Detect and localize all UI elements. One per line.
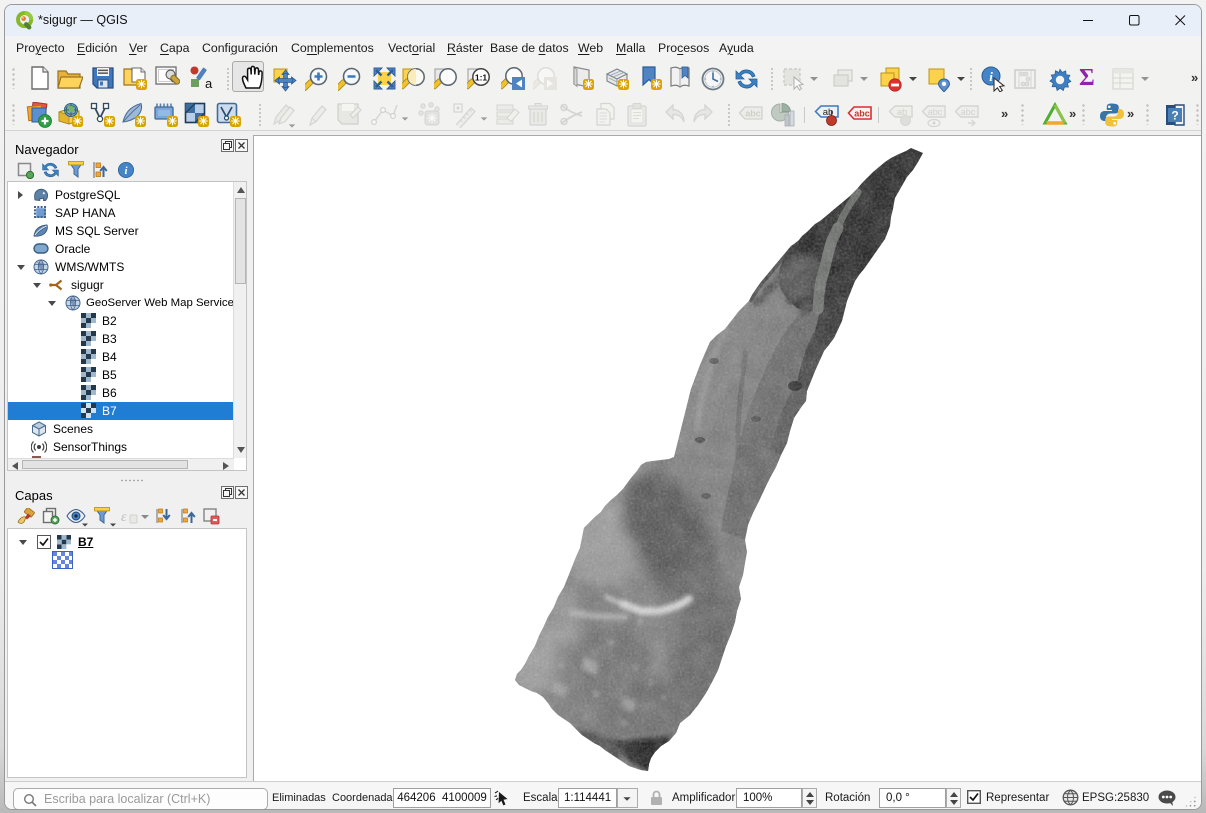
svg-text:✳: ✳ [168, 116, 177, 128]
svg-text:✳: ✳ [105, 116, 114, 128]
svg-text:abc: abc [928, 107, 943, 117]
svg-text:abc: abc [745, 109, 761, 119]
svg-text:✳: ✳ [73, 116, 82, 128]
svg-text:i: i [989, 69, 993, 84]
svg-text:✳: ✳ [137, 79, 146, 91]
svg-text:ε: ε [121, 510, 127, 525]
svg-text:✳: ✳ [427, 112, 437, 126]
svg-text:✳: ✳ [231, 116, 240, 128]
svg-text:1:1: 1:1 [475, 72, 488, 82]
svg-text:✳: ✳ [619, 79, 628, 91]
svg-text:✳: ✳ [584, 79, 593, 91]
svg-text:abc: abc [961, 107, 976, 117]
svg-text:abc: abc [854, 109, 870, 119]
svg-text:?: ? [1171, 109, 1178, 123]
svg-text:✳: ✳ [652, 79, 661, 91]
svg-text:✳: ✳ [136, 116, 145, 128]
svg-text:a: a [205, 76, 213, 90]
svg-text:✳: ✳ [199, 116, 208, 128]
